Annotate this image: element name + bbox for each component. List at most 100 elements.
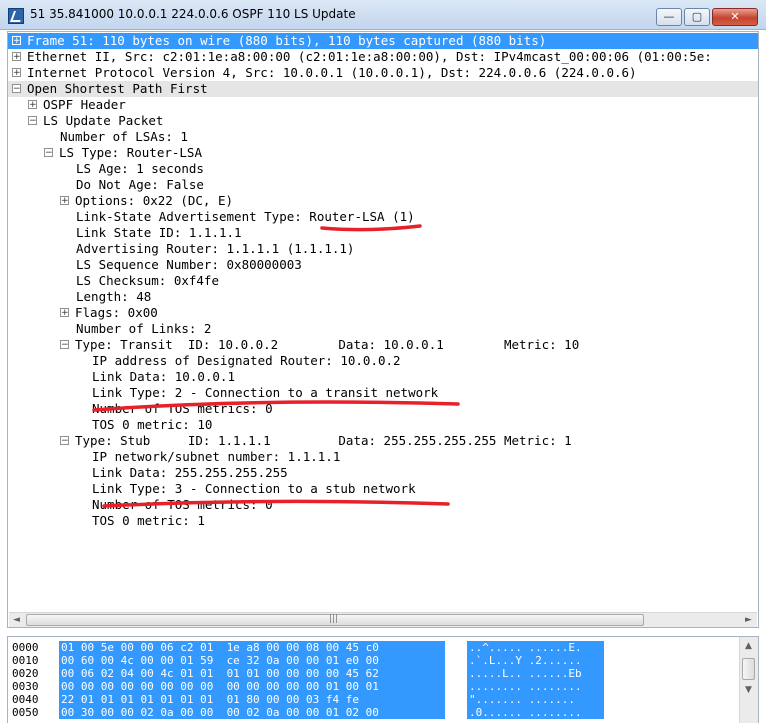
tree-row[interactable]: Link-State Advertisement Type: Router-LS… <box>8 209 758 225</box>
scroll-left-arrow-icon[interactable]: ◄ <box>13 615 20 625</box>
tree-row-label: Flags: 0x00 <box>75 305 158 320</box>
hex-ascii: .....L.. ......Eb <box>467 667 604 680</box>
tree-row-label: LS Sequence Number: 0x80000003 <box>76 257 302 272</box>
tree-row[interactable]: + Internet Protocol Version 4, Src: 10.0.… <box>8 65 758 81</box>
tree-row-label: Link Data: 10.0.0.1 <box>92 369 235 384</box>
collapse-icon[interactable]: − <box>12 84 21 94</box>
tree-row-label: Ethernet II, Src: c2:01:1e:a8:00:00 (c2:… <box>27 49 712 64</box>
collapse-icon[interactable]: − <box>28 116 37 126</box>
tree-row-label: TOS 0 metric: 10 <box>92 417 213 432</box>
hex-offset: 0020 <box>12 667 39 680</box>
tree-row[interactable]: Length: 48 <box>8 289 758 305</box>
expand-icon[interactable]: + <box>12 36 21 46</box>
expand-icon[interactable]: + <box>60 196 69 206</box>
tree-row[interactable]: + Ethernet II, Src: c2:01:1e:a8:00:00 (c2… <box>8 49 758 65</box>
tree-row[interactable]: Link Type: 2 - Connection to a transit n… <box>8 385 758 401</box>
expand-icon[interactable]: + <box>12 52 21 62</box>
tree-row[interactable]: LS Checksum: 0xf4fe <box>8 273 758 289</box>
tree-row-label: LS Checksum: 0xf4fe <box>76 273 219 288</box>
tree-row-label: Length: 48 <box>76 289 152 304</box>
horizontal-scrollbar[interactable]: ◄ ||| ► <box>9 612 757 627</box>
hex-bytes: 00 60 00 4c 00 00 01 59 ce 32 0a 00 00 0… <box>59 654 445 667</box>
tree-row[interactable]: Number of TOS metrics: 0 <box>8 401 758 417</box>
tree-row-label: Link Data: 255.255.255.255 <box>92 465 288 480</box>
tree-row[interactable]: − Type: Transit ID: 10.0.0.2 Data: 10.0.0… <box>8 337 758 353</box>
window-title: 51 35.841000 10.0.0.1 224.0.0.6 OSPF 110… <box>30 7 356 21</box>
expand-icon[interactable]: + <box>28 100 37 110</box>
tree-row-label: Link Type: 2 - Connection to a transit n… <box>92 385 439 400</box>
maximize-button[interactable]: ▢ <box>684 8 710 26</box>
scroll-up-arrow-icon[interactable]: ▲ <box>745 641 752 651</box>
collapse-icon[interactable]: − <box>60 436 69 446</box>
tree-row[interactable]: Link Data: 10.0.0.1 <box>8 369 758 385</box>
packet-details-tree[interactable]: + Frame 51: 110 bytes on wire (880 bits),… <box>7 31 759 628</box>
tree-row[interactable]: − Type: Stub ID: 1.1.1.1 Data: 255.255.25… <box>8 433 758 449</box>
tree-row[interactable]: + Frame 51: 110 bytes on wire (880 bits),… <box>8 33 758 49</box>
tree-row-label: Do Not Age: False <box>76 177 204 192</box>
hex-offset: 0050 <box>12 706 39 719</box>
tree-row[interactable]: + OSPF Header <box>8 97 758 113</box>
hex-bytes: 01 00 5e 00 00 06 c2 01 1e a8 00 00 08 0… <box>59 641 445 654</box>
tree-row[interactable]: LS Age: 1 seconds <box>8 161 758 177</box>
tree-row-label: IP network/subnet number: 1.1.1.1 <box>92 449 341 464</box>
tree-row[interactable]: Number of Links: 2 <box>8 321 758 337</box>
vertical-scrollbar[interactable]: ▲ ▼ <box>739 637 758 723</box>
hex-ascii: ........ ........ <box>467 680 604 693</box>
collapse-icon[interactable]: − <box>60 340 69 350</box>
window-titlebar[interactable]: 51 35.841000 10.0.0.1 224.0.0.6 OSPF 110… <box>0 0 766 30</box>
wireshark-app-icon <box>8 8 24 24</box>
hex-bytes: 22 01 01 01 01 01 01 01 01 80 00 00 03 f… <box>59 693 445 706</box>
tree-row-label: Options: 0x22 (DC, E) <box>75 193 234 208</box>
tree-row-label: Number of LSAs: 1 <box>60 129 188 144</box>
tree-row[interactable]: Link Type: 3 - Connection to a stub netw… <box>8 481 758 497</box>
tree-row[interactable]: Number of LSAs: 1 <box>8 129 758 145</box>
packet-bytes-pane[interactable]: 0000 01 00 5e 00 00 06 c2 01 1e a8 00 00 … <box>7 636 759 723</box>
tree-row-label: Internet Protocol Version 4, Src: 10.0.0… <box>27 65 637 80</box>
tree-row[interactable]: Advertising Router: 1.1.1.1 (1.1.1.1) <box>8 241 758 257</box>
scroll-right-arrow-icon[interactable]: ► <box>745 615 752 625</box>
tree-row[interactable]: − LS Update Packet <box>8 113 758 129</box>
tree-row[interactable]: + Flags: 0x00 <box>8 305 758 321</box>
tree-row-label: Number of TOS metrics: 0 <box>92 497 273 512</box>
expand-icon[interactable]: + <box>12 68 21 78</box>
tree-row-label: Number of Links: 2 <box>76 321 212 336</box>
tree-row-label: TOS 0 metric: 1 <box>92 513 205 528</box>
tree-row[interactable]: Link Data: 255.255.255.255 <box>8 465 758 481</box>
hex-offset: 0000 <box>12 641 39 654</box>
hex-offset: 0030 <box>12 680 39 693</box>
tree-row-label: Advertising Router: 1.1.1.1 (1.1.1.1) <box>76 241 355 256</box>
hex-ascii: ..^..... ......E. <box>467 641 604 654</box>
tree-row[interactable]: TOS 0 metric: 1 <box>8 513 758 529</box>
tree-row[interactable]: − Open Shortest Path First <box>8 81 758 97</box>
tree-row[interactable]: IP network/subnet number: 1.1.1.1 <box>8 449 758 465</box>
horizontal-scroll-thumb[interactable]: ||| <box>26 614 644 626</box>
expand-icon[interactable]: + <box>60 308 69 318</box>
tree-row-label: LS Type: Router-LSA <box>59 145 202 160</box>
tree-row[interactable]: LS Sequence Number: 0x80000003 <box>8 257 758 273</box>
tree-row[interactable]: TOS 0 metric: 10 <box>8 417 758 433</box>
tree-row-label: Link-State Advertisement Type: Router-LS… <box>76 209 415 224</box>
scroll-down-arrow-icon[interactable]: ▼ <box>745 685 752 695</box>
tree-row[interactable]: Number of TOS metrics: 0 <box>8 497 758 513</box>
tree-row[interactable]: − LS Type: Router-LSA <box>8 145 758 161</box>
hex-bytes: 00 00 00 00 00 00 00 00 00 00 00 00 00 0… <box>59 680 445 693</box>
tree-row-label: Frame 51: 110 bytes on wire (880 bits), … <box>27 33 547 48</box>
tree-row[interactable]: IP address of Designated Router: 10.0.0.… <box>8 353 758 369</box>
hex-offset: 0040 <box>12 693 39 706</box>
tree-row-label: Link Type: 3 - Connection to a stub netw… <box>92 481 416 496</box>
collapse-icon[interactable]: − <box>44 148 53 158</box>
hex-bytes: 00 30 00 00 02 0a 00 00 00 02 0a 00 00 0… <box>59 706 445 719</box>
tree-row-label: Type: Transit ID: 10.0.0.2 Data: 10.0.0.… <box>75 337 580 352</box>
tree-row[interactable]: Do Not Age: False <box>8 177 758 193</box>
tree-row-label: LS Age: 1 seconds <box>76 161 204 176</box>
hex-ascii: "....... ....... <box>467 693 604 706</box>
vertical-scroll-thumb[interactable] <box>742 658 755 680</box>
tree-row-label: IP address of Designated Router: 10.0.0.… <box>92 353 401 368</box>
tree-row[interactable]: + Options: 0x22 (DC, E) <box>8 193 758 209</box>
tree-row[interactable]: Link State ID: 1.1.1.1 <box>8 225 758 241</box>
scroll-grip-icon: ||| <box>329 614 339 624</box>
hex-ascii: .`.L...Y .2...... <box>467 654 604 667</box>
close-button[interactable]: ✕ <box>712 8 758 26</box>
hex-bytes: 00 06 02 04 00 4c 01 01 01 01 00 00 00 0… <box>59 667 445 680</box>
minimize-button[interactable]: — <box>656 8 682 26</box>
